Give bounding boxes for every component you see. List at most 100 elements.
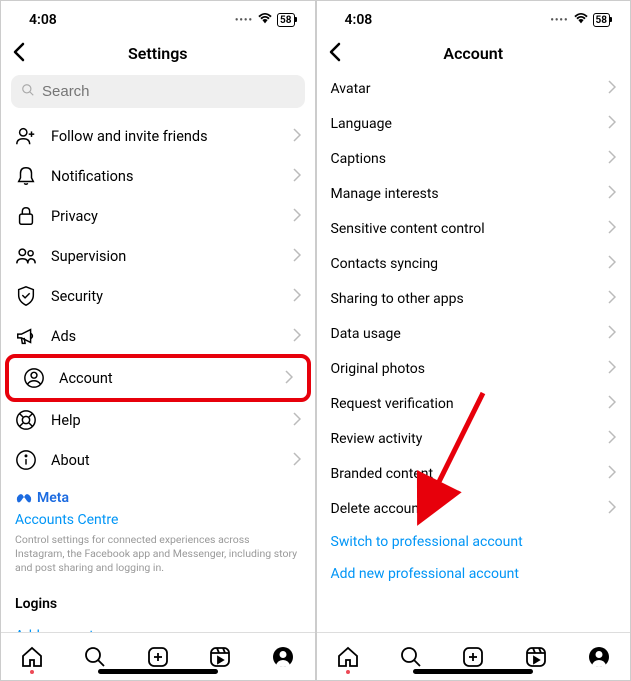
- meta-logo: Meta: [15, 490, 301, 506]
- row-help[interactable]: Help: [1, 400, 315, 440]
- row-privacy[interactable]: Privacy: [1, 196, 315, 236]
- chevron-right-icon: [608, 464, 616, 483]
- chevron-right-icon: [608, 359, 616, 378]
- chevron-right-icon: [608, 149, 616, 168]
- row-label: Captions: [331, 151, 595, 167]
- status-time: 4:08: [29, 12, 57, 28]
- row-review-activity[interactable]: Review activity: [317, 421, 631, 456]
- chevron-right-icon: [293, 287, 301, 306]
- row-follow-invite[interactable]: Follow and invite friends: [1, 116, 315, 156]
- switch-professional-link[interactable]: Switch to professional account: [317, 526, 631, 558]
- row-ads[interactable]: Ads: [1, 316, 315, 356]
- row-label: About: [51, 452, 279, 469]
- status-right: •••• 58: [235, 12, 295, 28]
- row-label: Ads: [51, 328, 279, 345]
- wifi-icon: [257, 12, 273, 28]
- row-label: Help: [51, 412, 279, 429]
- chevron-right-icon: [293, 451, 301, 470]
- info-icon: [15, 449, 37, 471]
- tab-home[interactable]: [19, 644, 45, 670]
- chevron-right-icon: [285, 369, 293, 388]
- chevron-right-icon: [608, 219, 616, 238]
- tab-search[interactable]: [398, 644, 424, 670]
- add-account-link[interactable]: Add account: [1, 620, 315, 632]
- tab-create[interactable]: [460, 644, 486, 670]
- row-label: Privacy: [51, 208, 279, 225]
- tab-profile[interactable]: [586, 644, 612, 670]
- home-indicator: [98, 669, 218, 674]
- chevron-right-icon: [608, 289, 616, 308]
- chevron-right-icon: [608, 324, 616, 343]
- meta-brand-text: Meta: [37, 490, 69, 506]
- chevron-right-icon: [608, 184, 616, 203]
- row-sensitive-content[interactable]: Sensitive content control: [317, 211, 631, 246]
- lifebuoy-icon: [15, 409, 37, 431]
- status-right: •••• 58: [550, 12, 610, 28]
- search-input[interactable]: [42, 83, 295, 100]
- row-notifications[interactable]: Notifications: [1, 156, 315, 196]
- add-user-icon: [15, 125, 37, 147]
- back-button[interactable]: [13, 42, 25, 66]
- battery-icon: 58: [277, 13, 294, 27]
- row-captions[interactable]: Captions: [317, 141, 631, 176]
- highlight-annotation: Account: [5, 354, 311, 402]
- row-language[interactable]: Language: [317, 106, 631, 141]
- row-label: Sensitive content control: [331, 221, 595, 237]
- chevron-right-icon: [608, 254, 616, 273]
- settings-content: Follow and invite friends Notifications …: [1, 71, 315, 632]
- add-professional-link[interactable]: Add new professional account: [317, 558, 631, 590]
- tab-reels[interactable]: [523, 644, 549, 670]
- account-content: Avatar Language Captions Manage interest…: [317, 71, 631, 632]
- row-account[interactable]: Account: [9, 358, 307, 398]
- tab-profile[interactable]: [270, 644, 296, 670]
- row-delete-account[interactable]: Delete account: [317, 491, 631, 526]
- page-title: Account: [443, 44, 503, 63]
- row-original-photos[interactable]: Original photos: [317, 351, 631, 386]
- tab-create[interactable]: [145, 644, 171, 670]
- row-label: Manage interests: [331, 186, 595, 202]
- row-label: Security: [51, 288, 279, 305]
- settings-screen: 4:08 •••• 58 Settings Follow and invite …: [1, 1, 315, 680]
- chevron-right-icon: [293, 127, 301, 146]
- row-label: Sharing to other apps: [331, 291, 595, 307]
- row-branded-content[interactable]: Branded content: [317, 456, 631, 491]
- row-label: Delete account: [331, 501, 595, 517]
- page-title: Settings: [128, 44, 188, 63]
- row-data-usage[interactable]: Data usage: [317, 316, 631, 351]
- search-box[interactable]: [11, 75, 305, 108]
- bell-icon: [15, 165, 37, 187]
- nav-header: Settings: [1, 35, 315, 71]
- cellular-dots-icon: ••••: [235, 15, 253, 26]
- people-icon: [15, 245, 37, 267]
- row-avatar[interactable]: Avatar: [317, 71, 631, 106]
- row-label: Request verification: [331, 396, 595, 412]
- tab-home[interactable]: [335, 644, 361, 670]
- tab-reels[interactable]: [207, 644, 233, 670]
- meta-description: Control settings for connected experienc…: [15, 533, 301, 576]
- row-label: Contacts syncing: [331, 256, 595, 272]
- row-security[interactable]: Security: [1, 276, 315, 316]
- accounts-centre-link[interactable]: Accounts Centre: [15, 512, 301, 528]
- chevron-right-icon: [608, 79, 616, 98]
- row-sharing-other-apps[interactable]: Sharing to other apps: [317, 281, 631, 316]
- row-label: Branded content: [331, 466, 595, 482]
- back-button[interactable]: [329, 42, 341, 66]
- chevron-right-icon: [293, 411, 301, 430]
- tab-search[interactable]: [82, 644, 108, 670]
- home-indicator: [413, 669, 533, 674]
- row-label: Follow and invite friends: [51, 128, 279, 145]
- row-label: Data usage: [331, 326, 595, 342]
- shield-icon: [15, 285, 37, 307]
- chevron-right-icon: [608, 429, 616, 448]
- row-request-verification[interactable]: Request verification: [317, 386, 631, 421]
- user-circle-icon: [23, 367, 45, 389]
- row-manage-interests[interactable]: Manage interests: [317, 176, 631, 211]
- row-about[interactable]: About: [1, 440, 315, 480]
- row-label: Original photos: [331, 361, 595, 377]
- row-label: Language: [331, 116, 595, 132]
- row-contacts-syncing[interactable]: Contacts syncing: [317, 246, 631, 281]
- chevron-right-icon: [608, 394, 616, 413]
- chevron-right-icon: [293, 247, 301, 266]
- row-supervision[interactable]: Supervision: [1, 236, 315, 276]
- cellular-dots-icon: ••••: [550, 15, 568, 26]
